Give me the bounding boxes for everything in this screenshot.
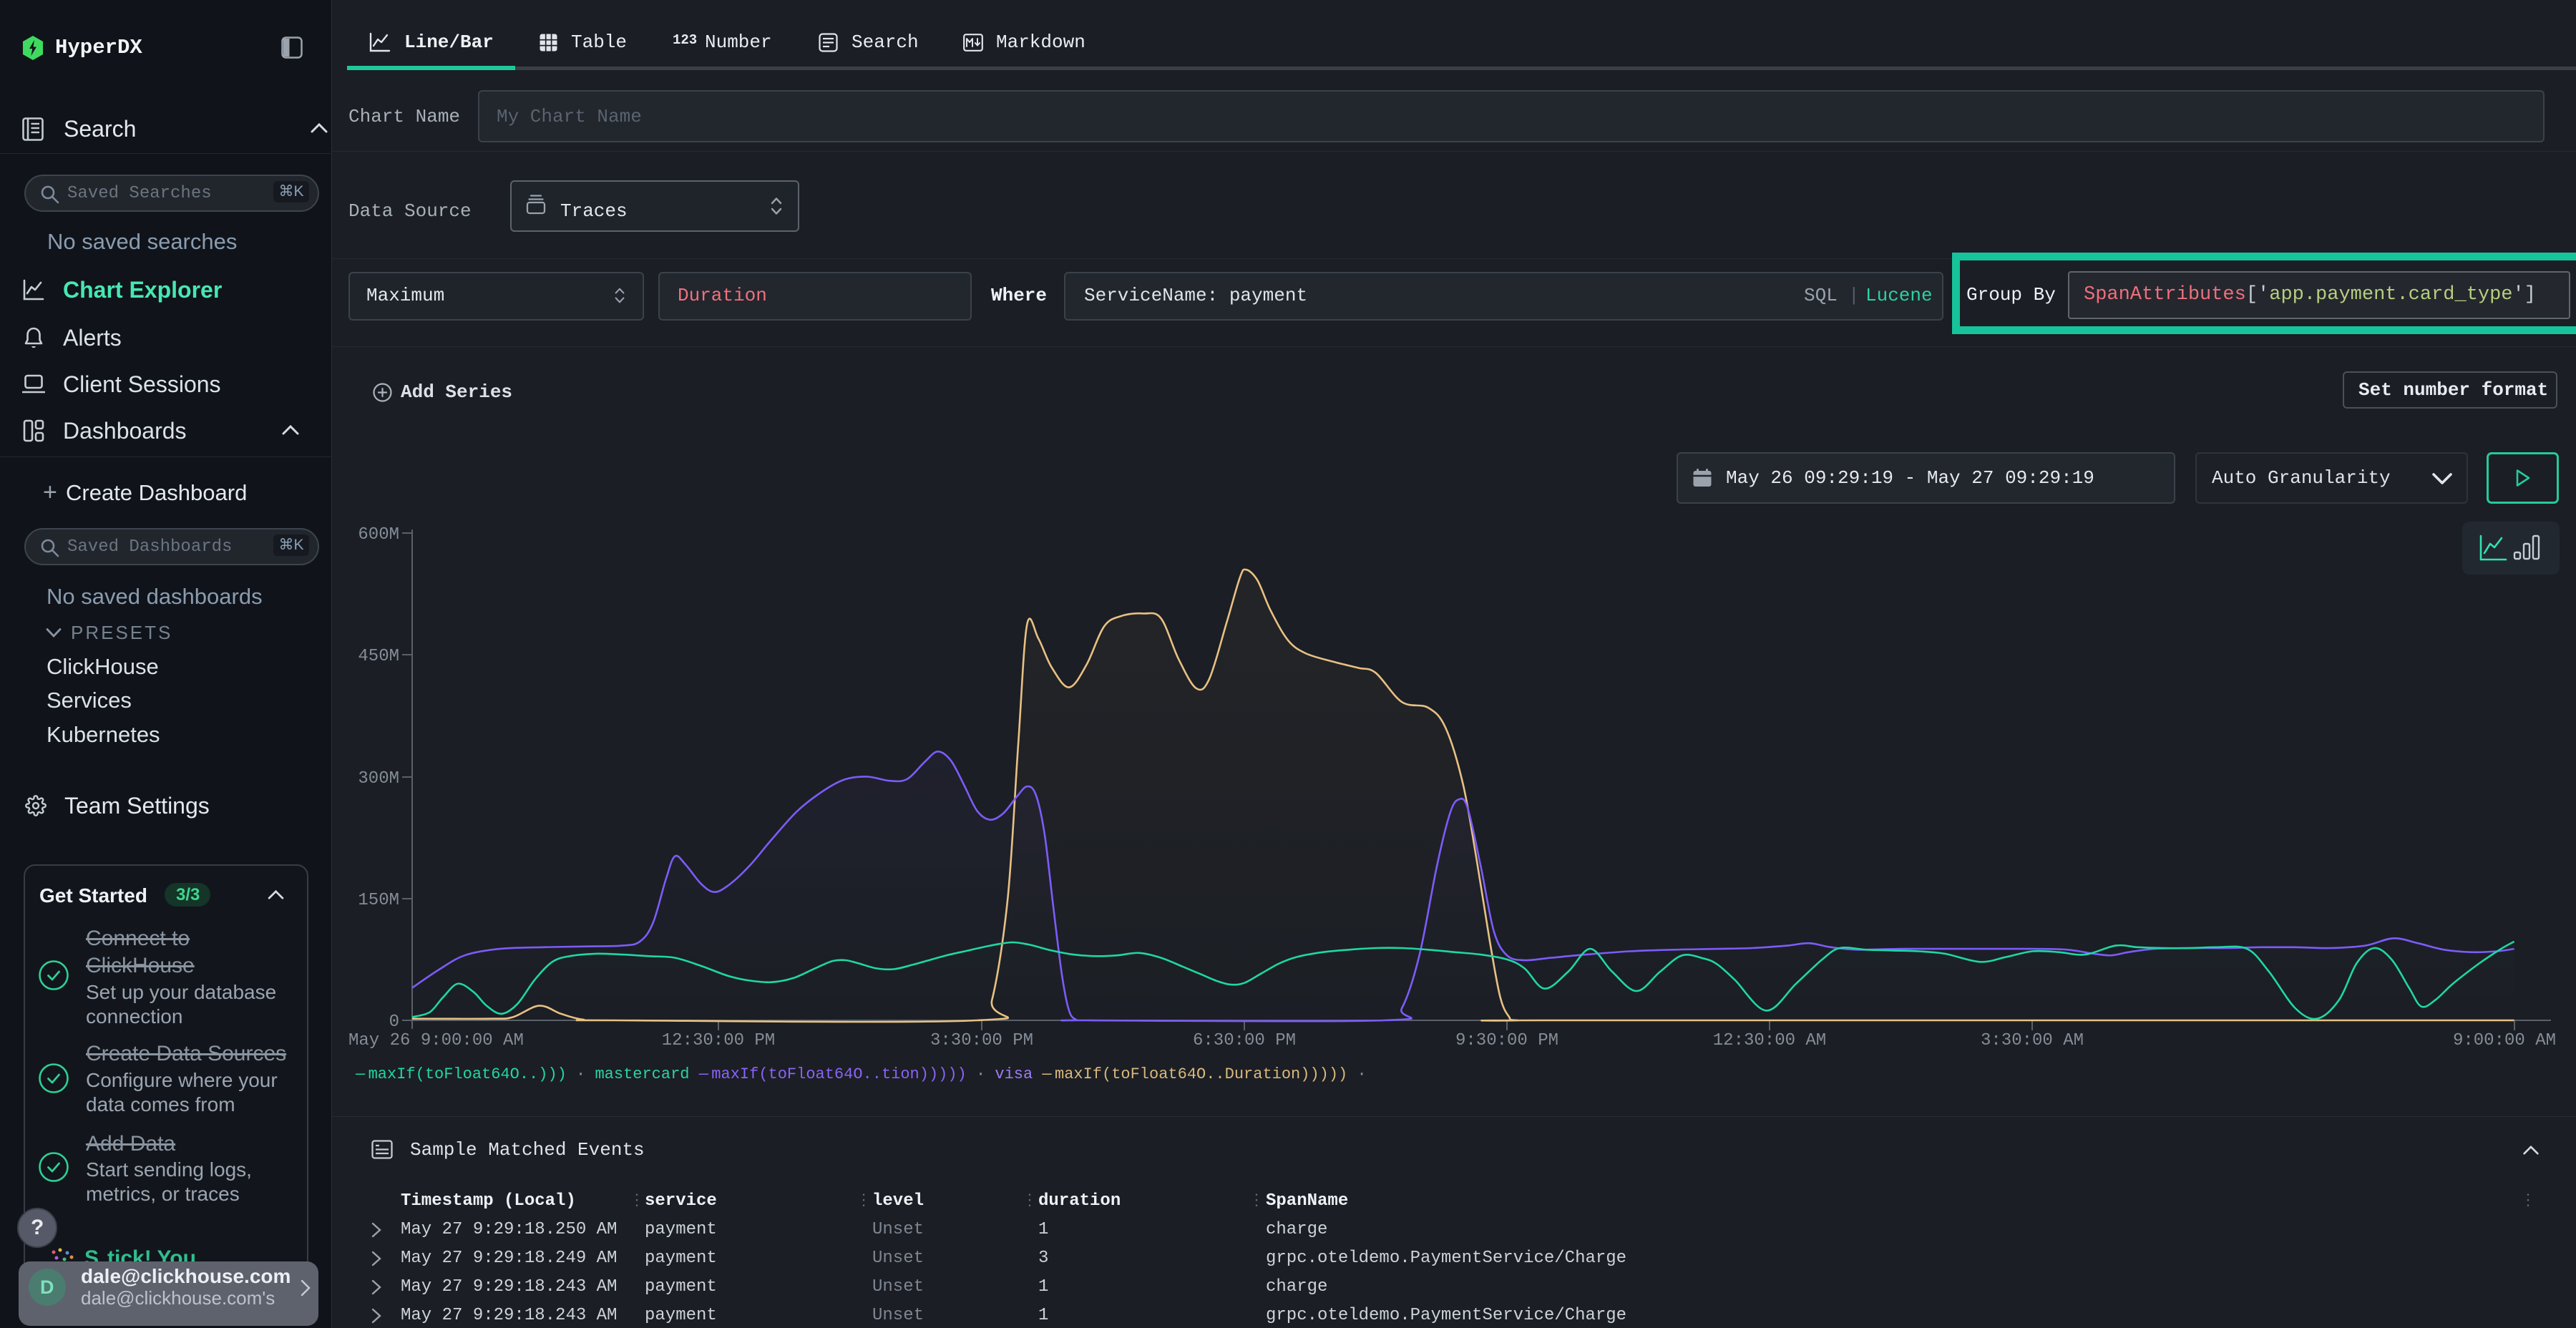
svg-text:May 26 9:00:00 AM: May 26 9:00:00 AM (348, 1031, 524, 1050)
svg-text:300M: 300M (358, 769, 399, 788)
svg-text:450M: 450M (358, 647, 399, 666)
svg-text:600M: 600M (358, 525, 399, 545)
svg-text:12:30:00 AM: 12:30:00 AM (1713, 1031, 1826, 1050)
svg-text:6:30:00 PM: 6:30:00 PM (1193, 1031, 1296, 1050)
svg-text:9:00:00 AM: 9:00:00 AM (2453, 1031, 2556, 1050)
svg-text:9:30:00 PM: 9:30:00 PM (1455, 1031, 1558, 1050)
svg-text:12:30:00 PM: 12:30:00 PM (662, 1031, 775, 1050)
svg-text:3:30:00 PM: 3:30:00 PM (930, 1031, 1033, 1050)
svg-text:3:30:00 AM: 3:30:00 AM (1981, 1031, 2084, 1050)
svg-text:150M: 150M (358, 891, 399, 910)
svg-text:0: 0 (389, 1012, 399, 1032)
